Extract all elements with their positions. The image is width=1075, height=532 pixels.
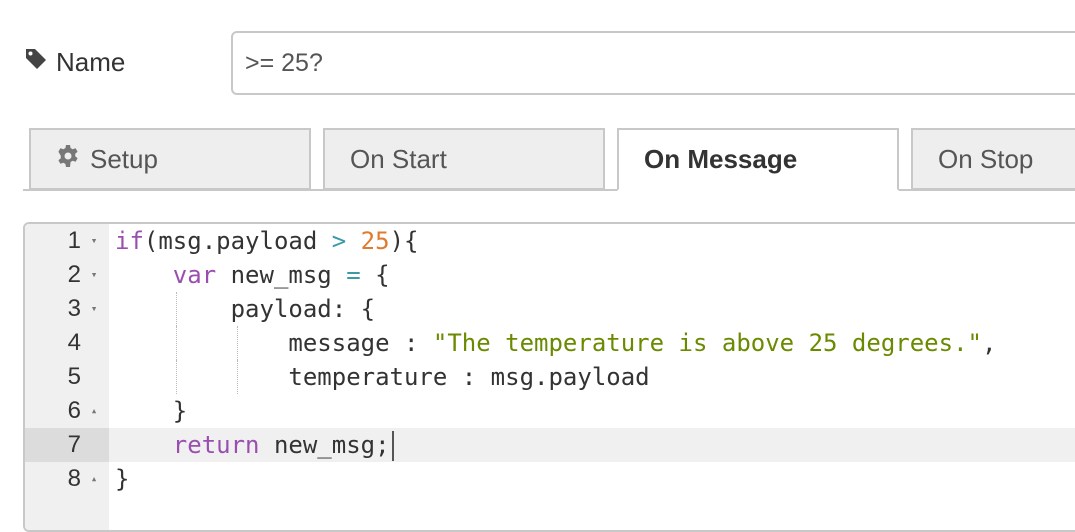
fold-toggle-icon[interactable]: ▴ [87,394,101,428]
code-line: 6 ▴ } [25,394,1075,428]
line-number: 8 [67,465,81,492]
gear-icon [56,144,80,175]
line-number: 7 [67,431,81,458]
tab-setup-label: Setup [90,143,158,174]
tab-on-stop[interactable]: On Stop [911,128,1075,190]
code-line: 1 ▾ if(msg.payload > 25){ [25,224,1075,258]
tab-on-message-label: On Message [644,144,798,174]
code-line: 3 ▾ payload: { [25,292,1075,326]
tab-on-message[interactable]: On Message [617,128,899,191]
line-number: 5 [67,363,81,390]
code-line: 5 temperature : msg.payload [25,360,1075,394]
line-number: 1 [67,227,81,254]
tab-on-start-label: On Start [350,143,447,174]
tab-on-stop-label: On Stop [938,143,1034,174]
fold-toggle-icon[interactable]: ▴ [87,462,101,496]
code-line: 4 message : "The temperature is above 25… [25,326,1075,360]
text-cursor [391,431,394,461]
line-number: 2 [67,261,81,288]
tab-setup[interactable]: Setup [29,128,311,190]
code-line: 8 ▴ } [25,462,1075,496]
line-number: 3 [67,295,81,322]
code-editor[interactable]: 1 ▾ if(msg.payload > 25){ 2 ▾ var new_ms… [23,222,1075,532]
fold-toggle-icon[interactable]: ▾ [87,292,101,326]
line-number: 6 [67,397,81,424]
name-label-text: Name [56,46,126,77]
fold-toggle-icon[interactable]: ▾ [87,258,101,292]
tag-icon [24,47,48,78]
fold-toggle-icon[interactable]: ▾ [87,224,101,258]
code-line: 2 ▾ var new_msg = { [25,258,1075,292]
tab-on-start[interactable]: On Start [323,128,605,190]
name-label: Name [24,44,125,80]
name-row: Name [0,0,1075,110]
name-input[interactable] [231,31,1075,95]
line-number: 4 [67,329,81,356]
code-line-current: 7 return new_msg; [25,428,1075,462]
